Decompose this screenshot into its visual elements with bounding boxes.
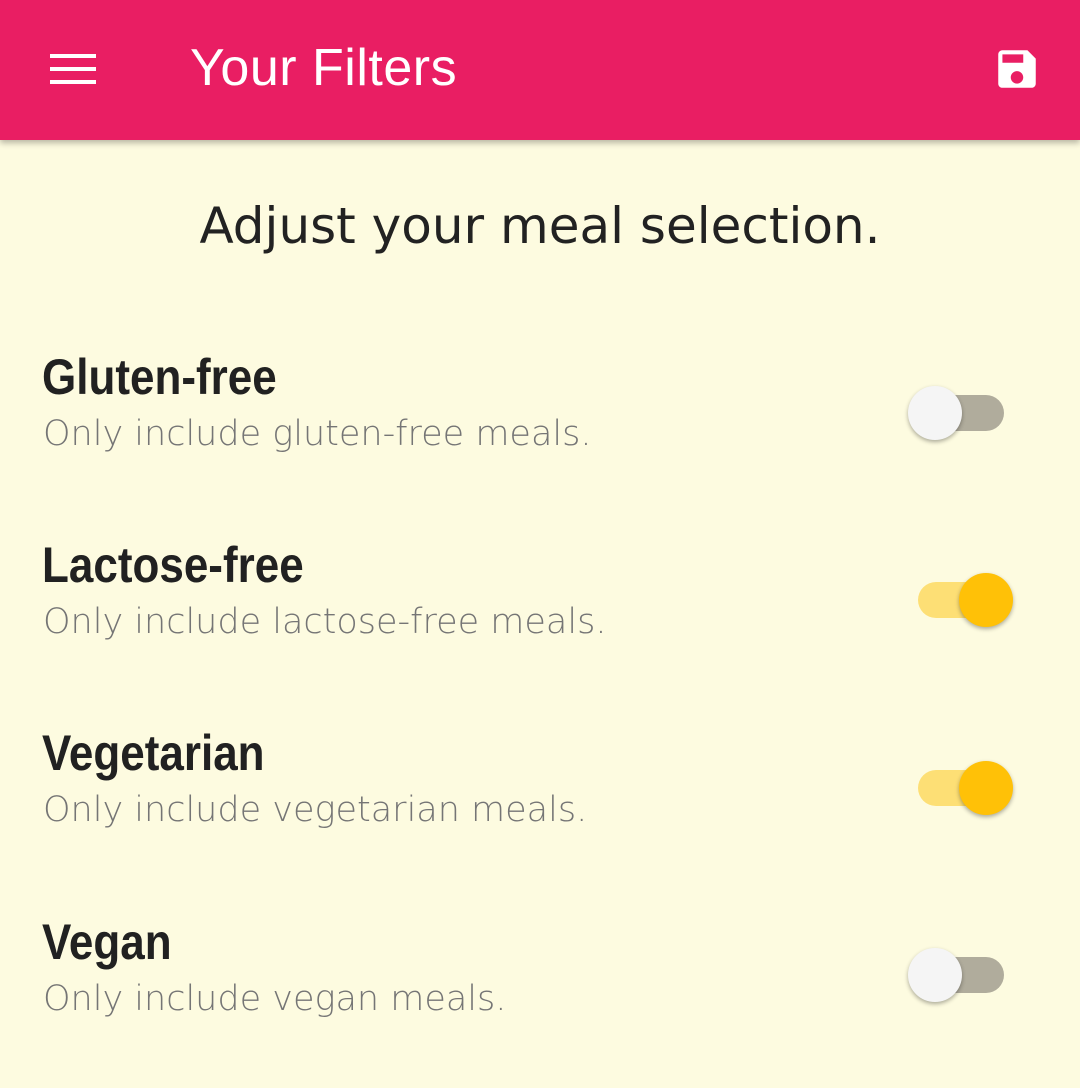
switch-thumb xyxy=(908,948,962,1002)
vegetarian-switch[interactable] xyxy=(908,760,1014,816)
filter-row-vegetarian[interactable]: Vegetarian Only include vegetarian meals… xyxy=(0,721,1080,871)
vegan-switch[interactable] xyxy=(908,947,1014,1003)
filter-subtitle: Only include gluten-free meals. xyxy=(43,414,592,454)
app-title: Your Filters xyxy=(190,39,458,97)
switch-thumb xyxy=(959,761,1013,815)
filter-row-gluten-free[interactable]: Gluten-free Only include gluten-free mea… xyxy=(0,345,1080,495)
filters-content: Adjust your meal selection. Gluten-free … xyxy=(0,140,1080,1088)
gluten-free-switch[interactable] xyxy=(908,385,1014,441)
page-heading: Adjust your meal selection. xyxy=(199,197,881,255)
filter-subtitle: Only include vegetarian meals. xyxy=(43,790,588,830)
lactose-free-switch[interactable] xyxy=(908,572,1014,628)
switch-thumb xyxy=(959,573,1013,627)
filter-title: Gluten-free xyxy=(42,349,277,405)
filter-subtitle: Only include vegan meals. xyxy=(43,979,507,1019)
filter-row-lactose-free[interactable]: Lactose-free Only include lactose-free m… xyxy=(0,533,1080,683)
app-bar: Your Filters xyxy=(0,0,1080,140)
save-floppy-icon xyxy=(998,50,1036,88)
hamburger-menu-icon xyxy=(50,54,96,84)
menu-button[interactable] xyxy=(28,38,118,100)
filter-subtitle: Only include lactose-free meals. xyxy=(43,602,607,642)
filter-title: Vegetarian xyxy=(42,725,265,781)
save-button[interactable] xyxy=(978,30,1056,108)
filter-title: Lactose-free xyxy=(42,537,304,593)
switch-thumb xyxy=(908,386,962,440)
filter-row-vegan[interactable]: Vegan Only include vegan meals. xyxy=(0,910,1080,1060)
filter-title: Vegan xyxy=(42,914,172,970)
